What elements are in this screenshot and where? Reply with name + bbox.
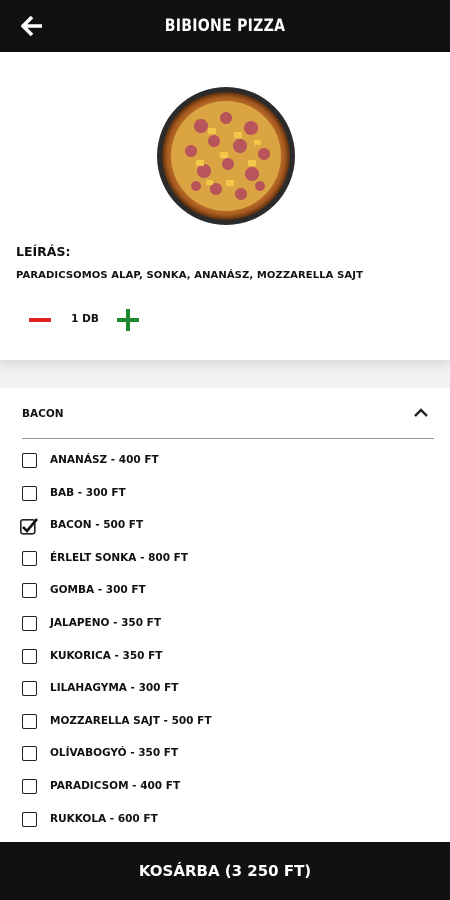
section-title: BACON xyxy=(22,408,64,420)
extra-option-label: MOZZARELLA SAJT - 500 FT xyxy=(50,714,212,727)
extra-option[interactable]: BAB - 300 FT xyxy=(22,483,322,507)
checkbox[interactable] xyxy=(22,746,37,762)
extra-option-label: BACON - 500 FT xyxy=(50,519,144,532)
extra-option[interactable]: PARADICSOM - 400 FT xyxy=(22,776,322,800)
plus-icon xyxy=(117,309,139,331)
checkbox[interactable] xyxy=(22,583,37,599)
add-to-cart-button[interactable]: KOSÁRBA (3 250 FT) xyxy=(0,842,450,900)
extra-option[interactable]: MOZZARELLA SAJT - 500 FT xyxy=(22,711,322,735)
extra-option-label: OLÍVABOGYÓ - 350 FT xyxy=(50,747,179,760)
checkbox[interactable] xyxy=(22,648,37,664)
extra-option-label: ANANÁSZ - 400 FT xyxy=(50,454,159,466)
minus-icon xyxy=(29,318,51,322)
pizza-image xyxy=(157,87,295,225)
extra-option[interactable]: OLÍVABOGYÓ - 350 FT xyxy=(22,743,322,767)
checkbox[interactable] xyxy=(22,485,37,501)
extra-option-label: JALAPENO - 350 FT xyxy=(50,617,162,629)
checkbox[interactable] xyxy=(22,779,37,794)
top-app-bar: BIBIONE PIZZA xyxy=(0,0,450,52)
extra-option-label: GOMBA - 300 FT xyxy=(50,584,146,597)
extra-option[interactable]: GOMBA - 300 FT xyxy=(22,580,322,604)
increase-quantity-button[interactable] xyxy=(116,308,140,332)
extra-option[interactable]: KUKORICA - 350 FT xyxy=(22,646,322,670)
extra-option-label: LILAHAGYMA - 300 FT xyxy=(50,682,179,695)
extra-option[interactable]: JALAPENO - 350 FT xyxy=(22,613,322,637)
extra-option-label: ÉRLELT SONKA - 800 FT xyxy=(50,551,189,564)
extra-option[interactable]: ANANÁSZ - 400 FT xyxy=(22,450,322,474)
chevron-up-icon xyxy=(414,408,428,417)
extras-section-header[interactable]: BACON xyxy=(22,388,434,439)
checkbox[interactable] xyxy=(22,811,37,827)
extra-option[interactable]: BACON - 500 FT xyxy=(20,515,322,539)
checkbox[interactable] xyxy=(22,616,37,631)
extra-option[interactable]: RUKKOLA - 600 FT xyxy=(22,809,322,833)
description-text: PARADICSOMOS ALAP, SONKA, ANANÁSZ, MOZZA… xyxy=(16,270,363,281)
extra-option-label: BAB - 300 FT xyxy=(50,486,126,499)
extra-option[interactable]: LILAHAGYMA - 300 FT xyxy=(22,678,322,702)
extra-option-label: KUKORICA - 350 FT xyxy=(50,649,163,662)
quantity-value: 1 DB xyxy=(71,313,99,325)
checkbox[interactable] xyxy=(22,713,37,729)
extras-panel: BACON ANANÁSZ - 400 FT BAB - 300 FT BACON … xyxy=(0,388,450,842)
decrease-quantity-button[interactable] xyxy=(28,308,52,332)
checkbox[interactable] xyxy=(22,550,37,566)
checkbox[interactable] xyxy=(22,681,37,697)
checkbox[interactable] xyxy=(20,518,38,535)
extra-option-label: RUKKOLA - 600 FT xyxy=(50,812,158,825)
description-label: LEÍRÁS: xyxy=(16,244,71,259)
checkbox[interactable] xyxy=(22,453,37,468)
product-card: LEÍRÁS: PARADICSOMOS ALAP, SONKA, ANANÁS… xyxy=(0,52,450,360)
page-title: BIBIONE PIZZA xyxy=(164,16,286,36)
check-icon xyxy=(20,518,38,535)
extra-option-label: PARADICSOM - 400 FT xyxy=(50,780,181,792)
extra-option[interactable]: ÉRLELT SONKA - 800 FT xyxy=(22,548,322,572)
